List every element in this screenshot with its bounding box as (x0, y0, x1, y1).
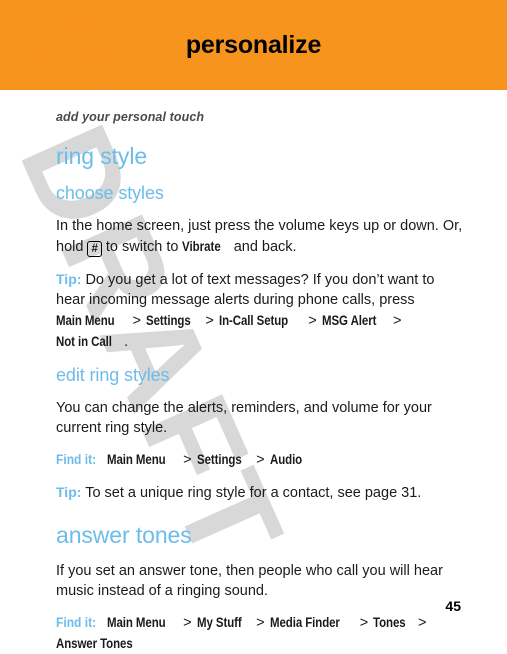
menu-path-item: MSG Alert (321, 312, 377, 328)
paragraph-answer-tones: If you set an answer tone, then people w… (56, 563, 443, 599)
menu-path-3: Main Menu > My Stuff > Media Finder > To… (56, 614, 428, 652)
find-it-label-2: Find it: (56, 614, 97, 630)
menu-path-item: Main Menu (56, 312, 115, 328)
page-header-banner: personalize (0, 0, 507, 90)
menu-path-item: Settings (196, 451, 242, 467)
heading-edit-ring-styles: edit ring styles (56, 365, 170, 385)
menu-path-separator: > (414, 615, 427, 631)
menu-path-separator: > (179, 452, 196, 468)
menu-path-separator: > (252, 452, 269, 468)
menu-path-item: Settings (145, 312, 191, 328)
menu-path-separator: > (355, 615, 373, 631)
heading-answer-tones: answer tones (56, 522, 192, 548)
tip-label-1: Tip: (56, 271, 82, 287)
paragraph-find-it-2: Find it: Main Menu > My Stuff > Media Fi… (56, 612, 464, 654)
menu-path-separator: > (304, 313, 321, 329)
paragraph-edit-ring-styles: You can change the alerts, reminders, an… (56, 400, 432, 436)
menu-path-item: In-Call Setup (218, 312, 289, 328)
paragraph-find-it-1: Find it: Main Menu > Settings > Audio (56, 449, 464, 470)
paragraph-choose-styles: In the home screen, just press the volum… (56, 216, 464, 257)
menu-path-item: Not in Call (56, 333, 112, 349)
tip-1-text: Do you get a lot of text messages? If yo… (56, 272, 435, 308)
menu-path-item: Media Finder (269, 614, 340, 630)
pound-key-icon: # (87, 241, 102, 257)
paragraph-tip-2: Tip: To set a unique ring style for a co… (56, 482, 464, 503)
menu-path-separator: > (389, 313, 402, 329)
page-number: 45 (445, 598, 461, 614)
chapter-subtitle: add your personal touch (56, 110, 205, 124)
page-title: personalize (185, 31, 322, 59)
tip-label-2: Tip: (56, 484, 82, 500)
menu-path-separator: > (201, 313, 218, 329)
menu-path-separator: > (128, 313, 145, 329)
menu-path-item: My Stuff (196, 614, 242, 630)
menu-path-1: Main Menu > Settings > In-Call Setup > M… (56, 312, 403, 350)
tip-2-text: To set a unique ring style for a contact… (85, 485, 422, 501)
menu-path-item: Main Menu (106, 614, 166, 630)
heading-choose-styles: choose styles (56, 183, 164, 203)
menu-path-item: Answer Tones (56, 635, 133, 651)
choose-styles-text-c: and back. (233, 239, 297, 255)
menu-path-item: Audio (269, 451, 302, 467)
page-content: add your personal touch ring style choos… (56, 90, 464, 654)
menu-path-item: Tones (373, 614, 406, 630)
find-it-label-1: Find it: (56, 451, 97, 467)
menu-path-item: Main Menu (106, 451, 166, 467)
paragraph-tip-1: Tip: Do you get a lot of text messages? … (56, 269, 464, 352)
menu-path-separator: > (179, 615, 196, 631)
menu-path-2: Main Menu > Settings > Audio (106, 451, 309, 468)
heading-ring-style: ring style (56, 143, 148, 169)
menu-item-vibrate: Vibrate (182, 238, 222, 254)
tip-1-period: . (124, 334, 129, 350)
choose-styles-text-b: to switch to (105, 239, 179, 255)
menu-path-separator: > (252, 615, 269, 631)
